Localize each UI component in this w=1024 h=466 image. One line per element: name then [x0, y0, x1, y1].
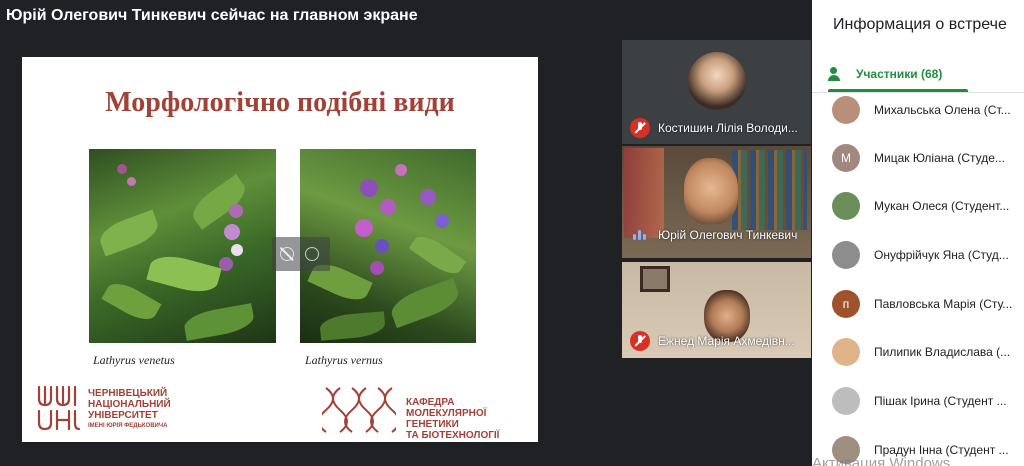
- participant-row[interactable]: Пішак Ірина (Студент ...: [832, 381, 1024, 421]
- window-curtain: [624, 148, 664, 238]
- participant-tile[interactable]: Ежнед Марія Ахмедівн...: [622, 262, 811, 358]
- presentation-slide[interactable]: Морфологічно подібні види Lathyrus venet…: [22, 57, 538, 442]
- department-name: КАФЕДРА МОЛЕКУЛЯРНОЇ ГЕНЕТИКИ ТА БІОТЕХН…: [406, 397, 500, 441]
- windows-activation-watermark: Активация Windows: [812, 455, 951, 466]
- avatar: [832, 192, 860, 220]
- participant-tile[interactable]: Юрій Олегович Тинкевич: [622, 146, 811, 258]
- participant-row[interactable]: Мукан Олеся (Студент...: [832, 186, 1024, 226]
- tab-participants[interactable]: Участники (68): [828, 60, 942, 88]
- mic-off-icon: [630, 331, 650, 351]
- plant-photo-venetus: [89, 149, 276, 343]
- avatar: М: [832, 144, 860, 172]
- mic-off-icon: [630, 118, 650, 138]
- zoom-icon[interactable]: [305, 247, 319, 261]
- speaking-icon: [632, 228, 648, 242]
- participant-row[interactable]: п Павловська Марія (Сту...: [832, 284, 1024, 324]
- avatar: [832, 338, 860, 366]
- participant-row[interactable]: Пилипик Владислава (...: [832, 332, 1024, 372]
- dna-logo: [322, 387, 396, 433]
- participant-name: Онуфрійчук Яна (Студ...: [874, 248, 1009, 262]
- unpin-icon[interactable]: [280, 247, 294, 261]
- university-logo: [37, 385, 81, 431]
- picture-frame: [640, 266, 670, 292]
- avatar: [832, 241, 860, 269]
- slide-title: Морфологічно подібні види: [105, 87, 455, 118]
- university-subtitle: ІМЕНІ ЮРІЯ ФЕДЬКОВИЧА: [88, 423, 168, 429]
- main-stage: Юрій Олегович Тинкевич сейчас на главном…: [0, 0, 812, 466]
- tile-participant-name: Ежнед Марія Ахмедівн...: [658, 334, 795, 348]
- caption-vernus: Lathyrus vernus: [305, 353, 383, 367]
- panel-title: Информация о встрече: [833, 16, 1007, 33]
- slide-hover-controls: [272, 237, 330, 271]
- participant-name: Пилипик Владислава (...: [874, 345, 1011, 359]
- participant-name: Михальська Олена (Ст...: [874, 103, 1011, 117]
- participant-avatar: [688, 52, 746, 110]
- avatar: [832, 387, 860, 415]
- participant-row[interactable]: М Мицак Юліана (Студе...: [832, 138, 1024, 178]
- tile-participant-name: Костишин Лілія Володи...: [658, 121, 798, 135]
- university-name: ЧЕРНІВЕЦЬКИЙ НАЦІОНАЛЬНИЙ УНІВЕРСИТЕТ: [88, 388, 171, 421]
- meeting-details-panel: Информация о встрече Участники (68) Миха…: [812, 0, 1024, 466]
- tab-participants-label: Участники (68): [856, 67, 943, 81]
- participant-row[interactable]: Михальська Олена (Ст...: [832, 90, 1024, 130]
- presenter-banner: Юрій Олегович Тинкевич сейчас на главном…: [6, 7, 418, 24]
- avatar: п: [832, 290, 860, 318]
- participant-name: Пішак Ірина (Студент ...: [874, 394, 1007, 408]
- participant-row[interactable]: Онуфрійчук Яна (Студ...: [832, 235, 1024, 275]
- video-person: [684, 158, 738, 224]
- tile-participant-name: Юрій Олегович Тинкевич: [658, 228, 798, 242]
- participant-name: Мицак Юліана (Студе...: [874, 151, 1005, 165]
- people-icon: [828, 67, 848, 81]
- participant-tile[interactable]: Костишин Лілія Володи...: [622, 40, 811, 144]
- avatar: [832, 96, 860, 124]
- participant-name: Павловська Марія (Сту...: [874, 297, 1013, 311]
- bookshelf: [732, 150, 807, 230]
- participant-name: Мукан Олеся (Студент...: [874, 199, 1010, 213]
- caption-venetus: Lathyrus venetus: [93, 353, 175, 367]
